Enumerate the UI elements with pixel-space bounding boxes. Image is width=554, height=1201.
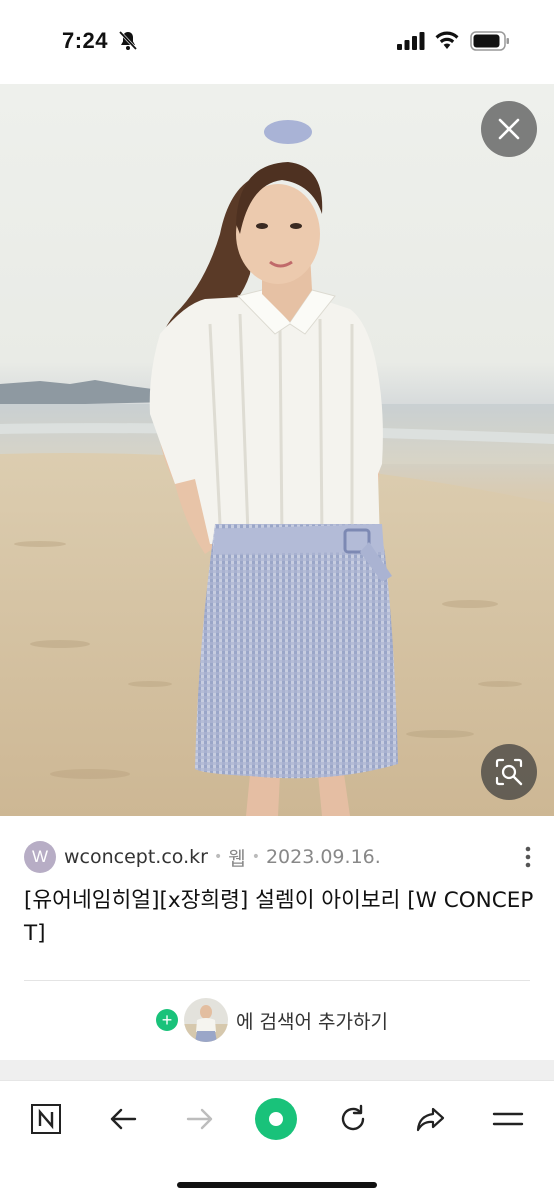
green-dot-home-icon bbox=[255, 1098, 297, 1140]
silent-bell-icon bbox=[118, 30, 138, 51]
result-image[interactable] bbox=[0, 84, 554, 816]
share-icon bbox=[416, 1107, 445, 1132]
status-bar: 7:24 bbox=[0, 0, 554, 84]
plus-icon: + bbox=[156, 1009, 178, 1031]
refresh-button[interactable] bbox=[331, 1097, 375, 1141]
close-button[interactable] bbox=[481, 101, 537, 157]
site-favicon: W bbox=[24, 841, 56, 873]
forward-arrow-icon bbox=[186, 1108, 213, 1130]
add-search-term-label: 에 검색어 추가하기 bbox=[236, 1010, 388, 1033]
image-search-icon bbox=[495, 758, 523, 786]
share-button[interactable] bbox=[408, 1097, 452, 1141]
beach-photo bbox=[0, 120, 554, 816]
source-type: 웹 bbox=[228, 847, 246, 870]
forward-button[interactable] bbox=[178, 1097, 222, 1141]
source-domain[interactable]: wconcept.co.kr bbox=[64, 846, 208, 868]
cellular-signal-icon bbox=[397, 32, 425, 50]
section-gap bbox=[0, 1060, 554, 1080]
back-arrow-icon bbox=[110, 1108, 137, 1130]
back-button[interactable] bbox=[101, 1097, 145, 1141]
menu-icon bbox=[492, 1112, 524, 1126]
wifi-icon bbox=[435, 31, 459, 49]
home-indicator[interactable] bbox=[177, 1182, 377, 1188]
source-date: 2023.09.16. bbox=[265, 846, 381, 868]
separator-dot: • bbox=[251, 849, 260, 865]
battery-icon bbox=[470, 31, 509, 51]
naver-n-icon bbox=[31, 1104, 61, 1134]
status-time: 7:24 bbox=[62, 28, 109, 53]
image-search-button[interactable] bbox=[481, 744, 537, 800]
more-vertical-icon[interactable] bbox=[518, 843, 538, 871]
green-dot-button[interactable] bbox=[254, 1097, 298, 1141]
menu-button[interactable] bbox=[486, 1097, 530, 1141]
result-title[interactable]: [유어네임히얼][x장희령] 설렘이 아이보리 [W CONCEPT] bbox=[24, 884, 534, 950]
close-icon bbox=[498, 118, 520, 140]
refresh-icon bbox=[341, 1104, 365, 1131]
result-source[interactable]: W wconcept.co.kr • 웹 • 2023.09.16. bbox=[24, 841, 381, 873]
result-thumbnail bbox=[184, 998, 228, 1042]
naver-home-button[interactable] bbox=[24, 1097, 68, 1141]
add-search-term-button[interactable]: + 에 검색어 추가하기 bbox=[156, 998, 388, 1042]
separator-dot: • bbox=[213, 849, 223, 865]
divider bbox=[24, 980, 530, 981]
